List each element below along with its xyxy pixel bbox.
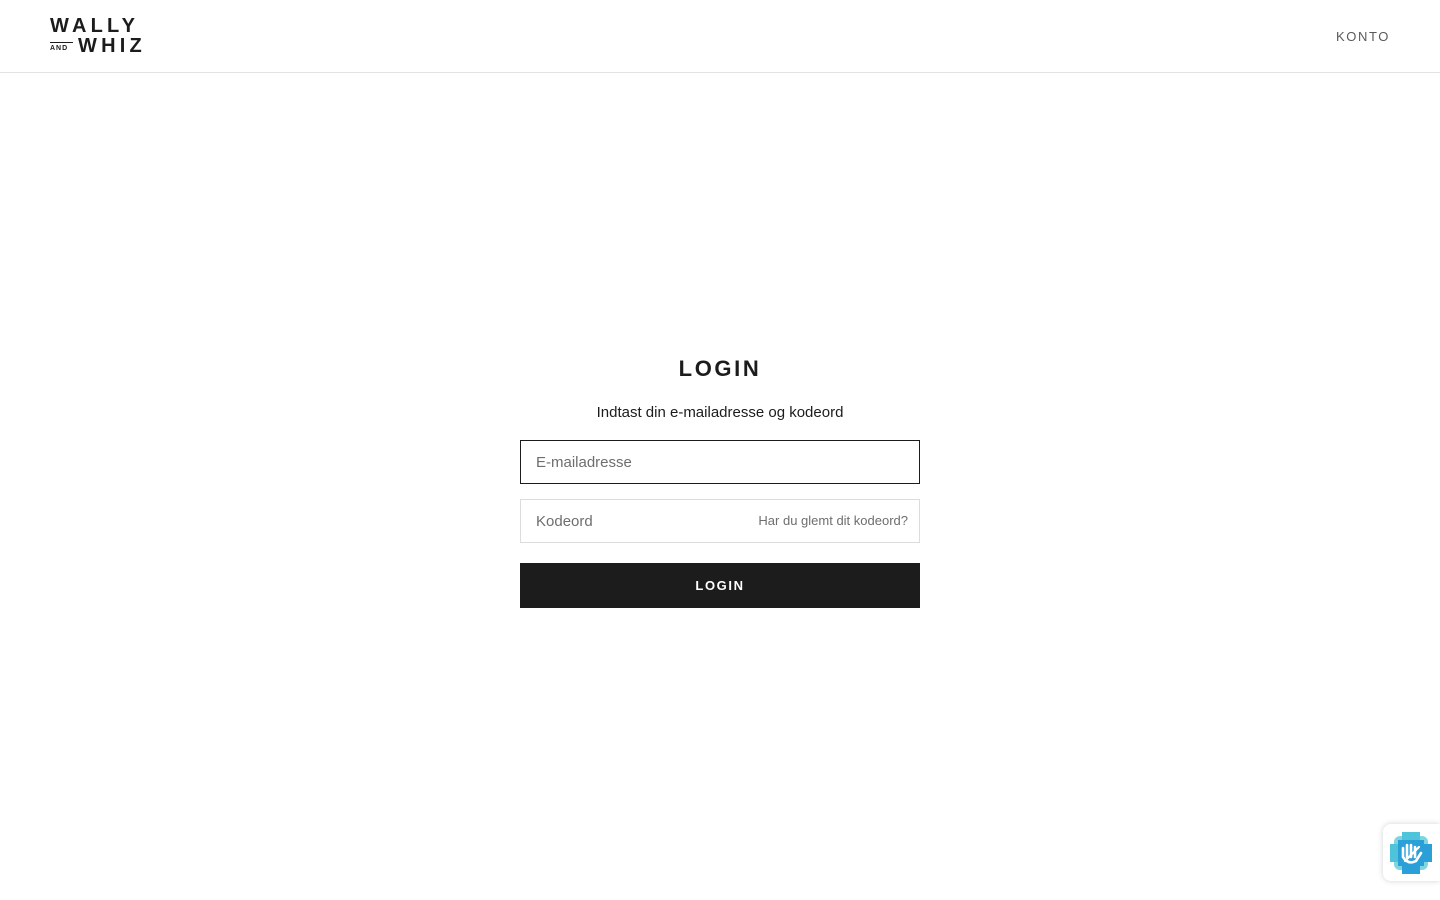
login-form: LOGIN Indtast din e-mailadresse og kodeo… — [520, 355, 920, 608]
login-button[interactable]: LOGIN — [520, 563, 920, 608]
site-header: WALLY AND WHIZ KONTO — [0, 0, 1440, 73]
logo-wally: WALLY — [50, 15, 140, 37]
brand-logo[interactable]: WALLY AND WHIZ — [50, 16, 152, 58]
login-subtitle: Indtast din e-mailadresse og kodeord — [596, 404, 844, 421]
privacy-badge[interactable] — [1383, 824, 1440, 881]
account-link[interactable]: KONTO — [1336, 29, 1390, 44]
logo-whiz: WHIZ — [78, 35, 146, 57]
forgot-password-link[interactable]: Har du glemt dit kodeord? — [758, 513, 908, 528]
login-title: LOGIN — [678, 356, 762, 381]
email-input[interactable] — [520, 440, 920, 484]
privacy-hand-icon — [1390, 832, 1432, 874]
password-field-wrapper: Har du glemt dit kodeord? — [520, 499, 920, 543]
email-field-wrapper — [520, 440, 920, 484]
logo-rule — [50, 42, 73, 43]
logo-and: AND — [50, 45, 69, 52]
